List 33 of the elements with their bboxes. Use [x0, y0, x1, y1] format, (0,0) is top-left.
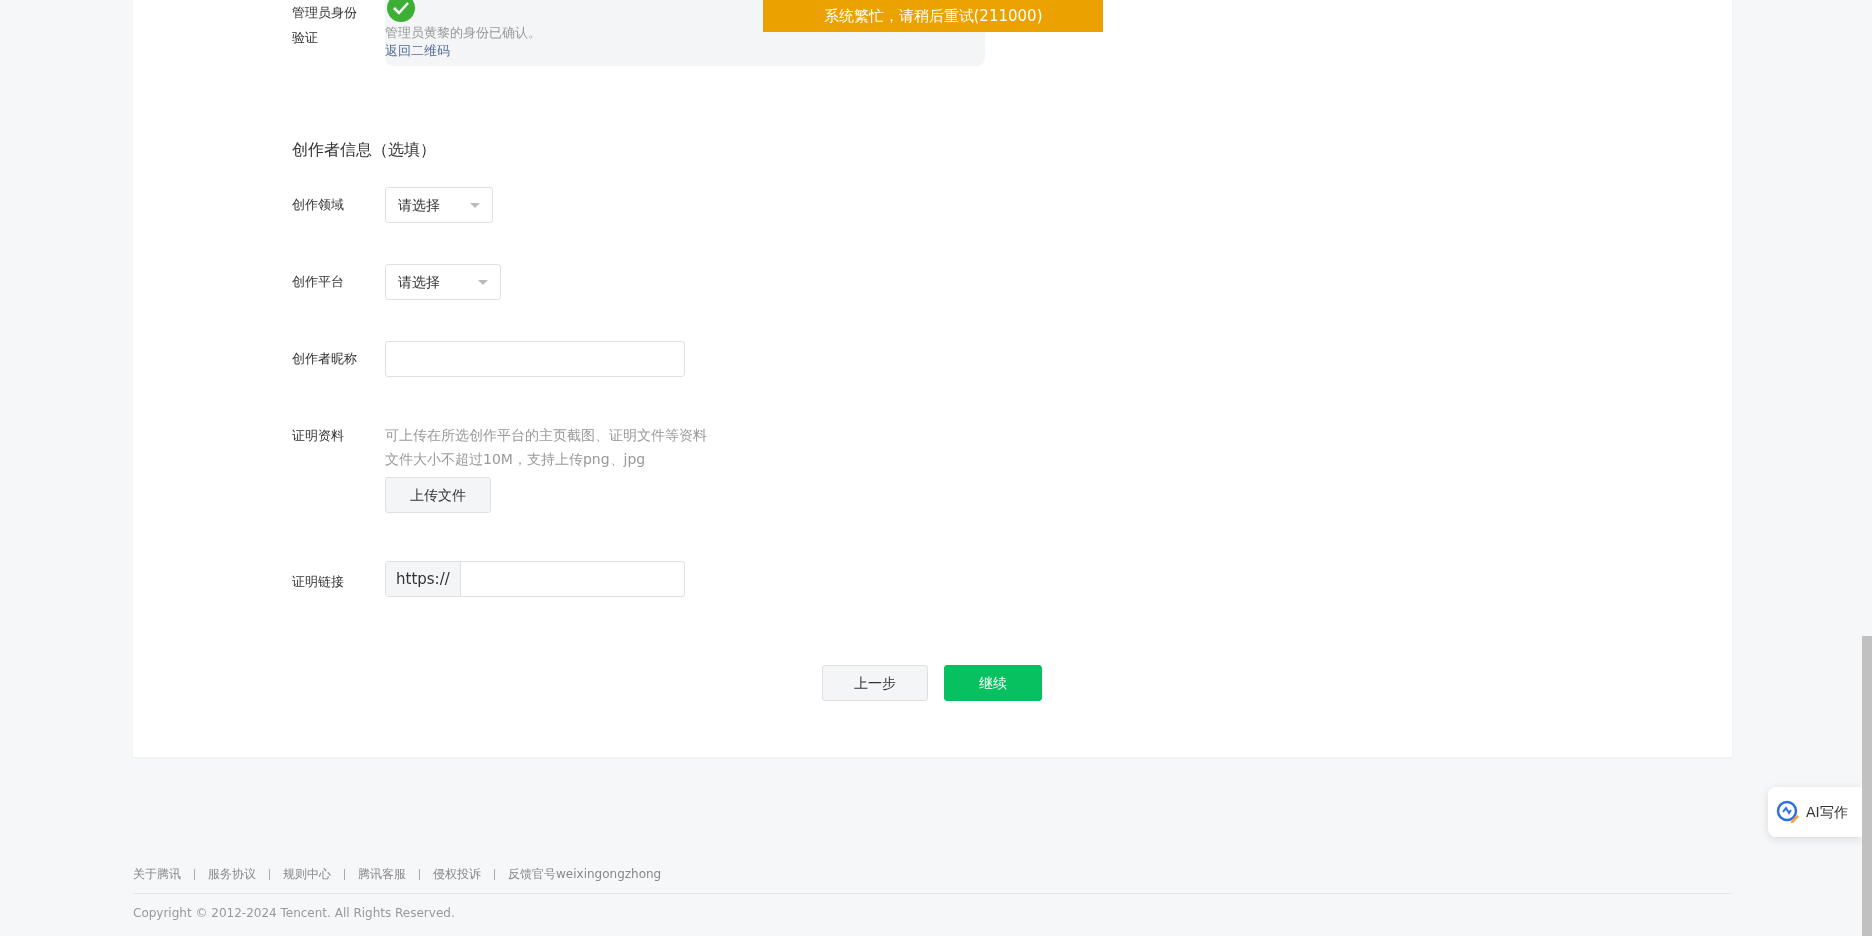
previous-step-button[interactable]: 上一步	[822, 665, 928, 701]
footer-link[interactable]: 服务协议	[208, 865, 256, 883]
footer-link[interactable]: 反馈官号weixingongzhong	[508, 865, 662, 883]
input-field[interactable]	[385, 341, 685, 377]
caret-icon	[470, 202, 480, 208]
field-label: 创作者昵称	[292, 350, 358, 368]
field-label: 证明资料	[292, 427, 345, 445]
back-to-qrcode-link[interactable]: 返回二维码	[385, 43, 450, 58]
url-prefix: https://	[386, 562, 461, 596]
select-placeholder: 请选择	[398, 195, 440, 215]
field-label: 创作平台	[292, 273, 345, 291]
field-label: 管理员身份验证	[292, 4, 358, 47]
upload-file-button[interactable]: 上传文件	[385, 477, 491, 513]
footer-link[interactable]: 关于腾讯	[133, 865, 181, 883]
caret-icon	[478, 279, 488, 285]
select-placeholder: 请选择	[398, 272, 440, 292]
footer-link[interactable]: 腾讯客服	[358, 865, 406, 883]
ai-writing-button[interactable]: AI写作	[1768, 787, 1862, 837]
field-label: 创作领域	[292, 196, 345, 214]
verify-message: 管理员黄黎的身份已确认。	[385, 24, 542, 41]
footer-link[interactable]: 侵权投诉	[433, 865, 481, 883]
field-label: 证明链接	[292, 573, 345, 591]
footer-link[interactable]: 规则中心	[283, 865, 331, 883]
upload-hint: 文件大小不超过10M，支持上传png、jpg	[385, 450, 647, 469]
error-toast: 系统繁忙，请稍后重试(211000)	[763, 0, 1103, 32]
section-title: 创作者信息（选填）	[292, 139, 437, 161]
scrollbar-thumb[interactable]	[1862, 636, 1872, 936]
select-dropdown[interactable]: 请选择	[385, 264, 501, 300]
select-dropdown[interactable]: 请选择	[385, 187, 493, 223]
copyright-text: Copyright © 2012-2024 Tencent. All Rights Reserved.	[133, 893, 1732, 922]
upload-hint: 可上传在所选创作平台的主页截图、证明文件等资料	[385, 426, 707, 445]
ai-pen-icon	[1776, 800, 1800, 824]
url-input-field[interactable]: https://	[385, 561, 685, 597]
